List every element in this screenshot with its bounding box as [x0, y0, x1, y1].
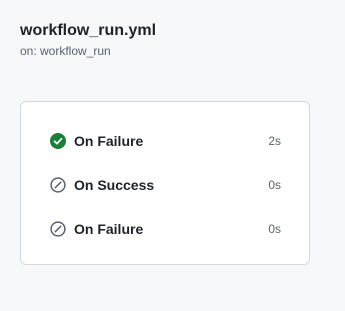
skip-icon — [50, 177, 66, 193]
workflow-trigger: on: workflow_run — [20, 44, 111, 58]
job-name: On Failure — [74, 221, 144, 237]
job-duration: 0s — [268, 222, 281, 236]
job-row-on-failure-1[interactable]: On Failure 2s — [21, 119, 309, 163]
job-duration: 0s — [268, 178, 281, 192]
job-row-on-success[interactable]: On Success 0s — [21, 163, 309, 207]
jobs-card: On Failure 2s On Success 0s On Failure 0… — [20, 101, 310, 265]
job-name: On Failure — [74, 133, 144, 149]
workflow-title: workflow_run.yml — [20, 22, 157, 39]
job-name: On Success — [74, 177, 155, 193]
skip-icon — [50, 221, 66, 237]
job-row-on-failure-2[interactable]: On Failure 0s — [21, 207, 309, 251]
job-duration: 2s — [268, 134, 281, 148]
check-circle-fill-icon — [50, 133, 66, 149]
workflow-header: workflow_run.yml on: workflow_run — [20, 20, 156, 59]
